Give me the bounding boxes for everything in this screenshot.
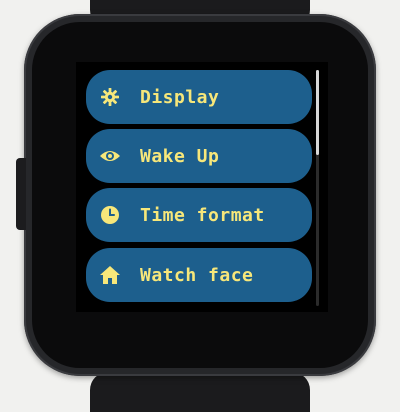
menu-item-time-format[interactable]: Time format: [86, 188, 312, 242]
gear-icon: [98, 85, 122, 109]
watch-side-button[interactable]: [16, 158, 26, 230]
menu-item-label: Wake Up: [140, 145, 220, 167]
scrollbar[interactable]: [316, 70, 319, 306]
home-icon: [98, 263, 122, 287]
menu-item-display[interactable]: Display: [86, 70, 312, 124]
eye-icon: [98, 144, 122, 168]
menu-item-label: Display: [140, 86, 220, 108]
scrollbar-thumb[interactable]: [316, 70, 319, 155]
watch-strap-bottom: [90, 372, 310, 412]
clock-icon: [98, 203, 122, 227]
menu-item-wake-up[interactable]: Wake Up: [86, 129, 312, 183]
menu-item-label: Time format: [140, 204, 265, 226]
menu-item-watch-face[interactable]: Watch face: [86, 248, 312, 302]
menu-item-label: Watch face: [140, 264, 254, 286]
watch-screen: Display Wake Up Time format Watch face: [76, 62, 328, 312]
